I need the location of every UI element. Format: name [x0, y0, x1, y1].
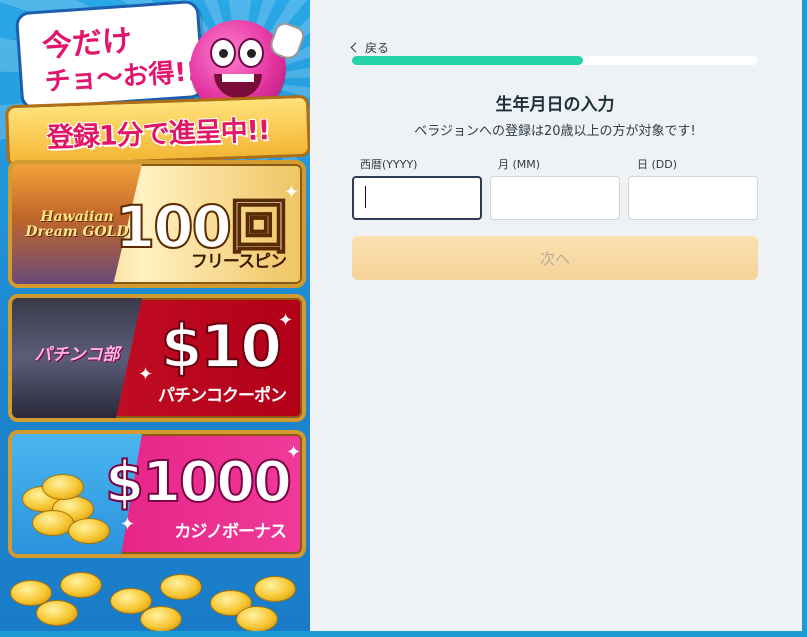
game-logo: パチンコ部: [34, 345, 120, 365]
offer-free-spins[interactable]: Hawaiian Dream GOLD 100回 フリースピン ✦: [8, 160, 306, 288]
back-label: 戻る: [365, 41, 390, 55]
offer-subtitle: フリースピン: [190, 252, 287, 272]
coin-icon: [42, 474, 84, 500]
offer-subtitle: パチンコクーポン: [158, 386, 287, 406]
coin-icon: [68, 518, 110, 544]
sparkle-icon: ✦: [286, 442, 302, 463]
offer-pachinko-coupon[interactable]: パチンコ部 $10 パチンコクーポン ✦ ✦: [8, 294, 306, 422]
frame-border-bottom: [0, 631, 807, 637]
day-field[interactable]: [628, 176, 758, 220]
page-title: 生年月日の入力: [495, 95, 615, 115]
sparkle-icon: ✦: [284, 182, 300, 203]
year-label: 西暦(YYYY): [360, 158, 418, 171]
sparkle-icon: ✦: [278, 310, 294, 331]
offer-headline: $1000: [104, 449, 293, 516]
next-button[interactable]: 次へ: [352, 236, 758, 280]
offer-casino-bonus[interactable]: $1000 カジノボーナス ✦ ✦: [8, 430, 306, 558]
registration-text: 登録1分で進呈中!!: [46, 114, 270, 154]
day-label: 日 (DD): [637, 158, 678, 171]
offer-subtitle: カジノボーナス: [174, 522, 287, 542]
coin-pile: [0, 560, 310, 631]
sparkle-icon: ✦: [138, 364, 154, 385]
promo-banner[interactable]: 今だけ チョ〜お得!! 登録1分で進呈中!! Hawaiian Dream GO…: [0, 0, 310, 631]
frame-border-right: [802, 0, 807, 637]
text-caret: [365, 186, 366, 208]
month-field[interactable]: [490, 176, 620, 220]
chevron-left-icon: [350, 42, 361, 53]
offer-headline: $10: [160, 311, 283, 383]
registration-banner: 登録1分で進呈中!!: [5, 94, 310, 168]
back-button[interactable]: 戻る: [350, 39, 390, 56]
progress-bar: [352, 56, 758, 65]
speech-bubble: 今だけ チョ〜お得!!: [14, 0, 206, 111]
month-label: 月 (MM): [498, 158, 541, 171]
sparkle-icon: ✦: [120, 514, 136, 535]
progress-fill: [352, 56, 584, 65]
page-subtitle: ベラジョンへの登録は20歳以上の方が対象です!: [414, 124, 696, 139]
year-field[interactable]: [352, 176, 482, 220]
